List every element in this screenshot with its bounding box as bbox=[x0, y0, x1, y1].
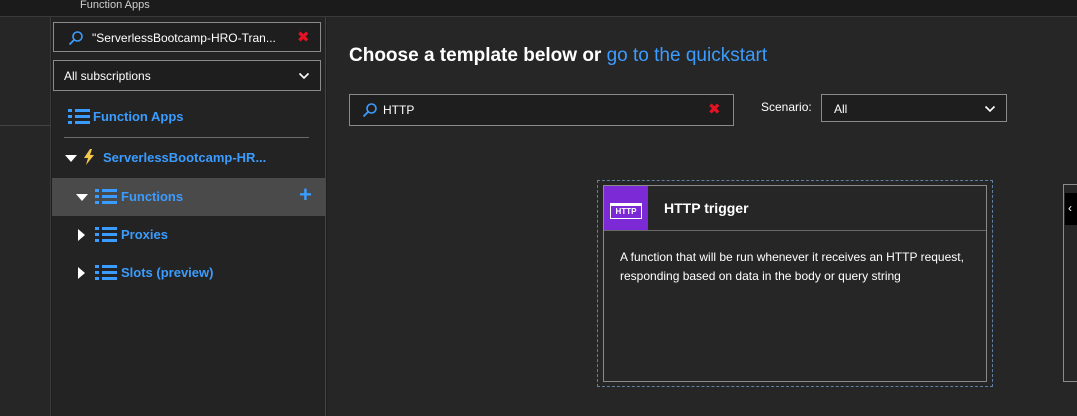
expand-caret-icon[interactable] bbox=[78, 229, 85, 241]
top-bar-title: Function Apps bbox=[80, 0, 150, 11]
scenario-value: All bbox=[834, 102, 848, 116]
scenario-label: Scenario: bbox=[761, 100, 812, 114]
search-icon bbox=[362, 102, 378, 123]
nav-function-app[interactable]: ServerlessBootcamp-HR... bbox=[52, 139, 326, 177]
list-icon bbox=[95, 264, 117, 281]
list-icon bbox=[95, 226, 117, 243]
chevron-down-icon bbox=[298, 69, 310, 87]
subscription-select[interactable]: All subscriptions bbox=[53, 60, 321, 91]
search-icon bbox=[68, 30, 84, 51]
nav-functions[interactable]: Functions + bbox=[52, 178, 326, 216]
main-panel: Choose a template below or go to the qui… bbox=[327, 17, 1077, 416]
left-rail-divider bbox=[0, 125, 51, 126]
page-title: Choose a template below or go to the qui… bbox=[349, 45, 767, 67]
http-icon-text: HTTP bbox=[610, 203, 642, 219]
nav-functions-label: Functions bbox=[121, 189, 184, 204]
nav-slots-label: Slots (preview) bbox=[121, 265, 214, 280]
app-search-value: "ServerlessBootcamp-HRO-Tran... bbox=[92, 31, 276, 45]
top-bar: Function Apps bbox=[0, 0, 1077, 17]
nav-proxies[interactable]: Proxies bbox=[52, 216, 326, 254]
left-rail bbox=[0, 17, 51, 416]
app-search-input[interactable]: "ServerlessBootcamp-HRO-Tran... ✖ bbox=[53, 22, 321, 52]
nav-function-apps-label: Function Apps bbox=[93, 109, 184, 124]
card-description: A function that will be run whenever it … bbox=[620, 250, 964, 283]
nav-proxies-label: Proxies bbox=[121, 227, 168, 242]
card-title: HTTP trigger bbox=[664, 200, 749, 216]
list-icon bbox=[95, 188, 117, 205]
http-icon: HTTP bbox=[604, 186, 648, 230]
nav-slots[interactable]: Slots (preview) bbox=[52, 254, 326, 292]
nav-function-app-label: ServerlessBootcamp-HR... bbox=[103, 150, 267, 165]
template-card-focus: HTTP HTTP trigger A function that will b… bbox=[597, 180, 993, 387]
scroll-left-button[interactable]: ‹ bbox=[1065, 193, 1077, 225]
quickstart-link[interactable]: go to the quickstart bbox=[607, 45, 768, 66]
clear-search-icon[interactable]: ✖ bbox=[297, 30, 310, 45]
sidebar: "ServerlessBootcamp-HRO-Tran... ✖ All su… bbox=[52, 17, 326, 416]
add-function-icon[interactable]: + bbox=[299, 184, 312, 206]
lightning-icon bbox=[81, 148, 97, 171]
nav-function-apps[interactable]: Function Apps bbox=[52, 98, 326, 136]
collapse-caret-icon[interactable] bbox=[76, 194, 88, 201]
card-divider bbox=[604, 230, 986, 231]
list-icon bbox=[68, 108, 90, 125]
expand-caret-icon[interactable] bbox=[78, 267, 85, 279]
template-filter-value: HTTP bbox=[383, 103, 415, 117]
scenario-select[interactable]: All bbox=[821, 94, 1007, 122]
collapse-caret-icon[interactable] bbox=[65, 155, 77, 162]
clear-filter-icon[interactable]: ✖ bbox=[708, 102, 721, 117]
chevron-left-icon: ‹ bbox=[1068, 201, 1072, 215]
chevron-down-icon bbox=[984, 102, 996, 120]
template-filter-input[interactable]: HTTP ✖ bbox=[349, 94, 734, 126]
http-trigger-card[interactable]: HTTP HTTP trigger A function that will b… bbox=[603, 185, 987, 382]
page-title-text: Choose a template below or bbox=[349, 45, 602, 66]
sidebar-divider bbox=[64, 137, 309, 138]
subscription-value: All subscriptions bbox=[64, 69, 151, 83]
